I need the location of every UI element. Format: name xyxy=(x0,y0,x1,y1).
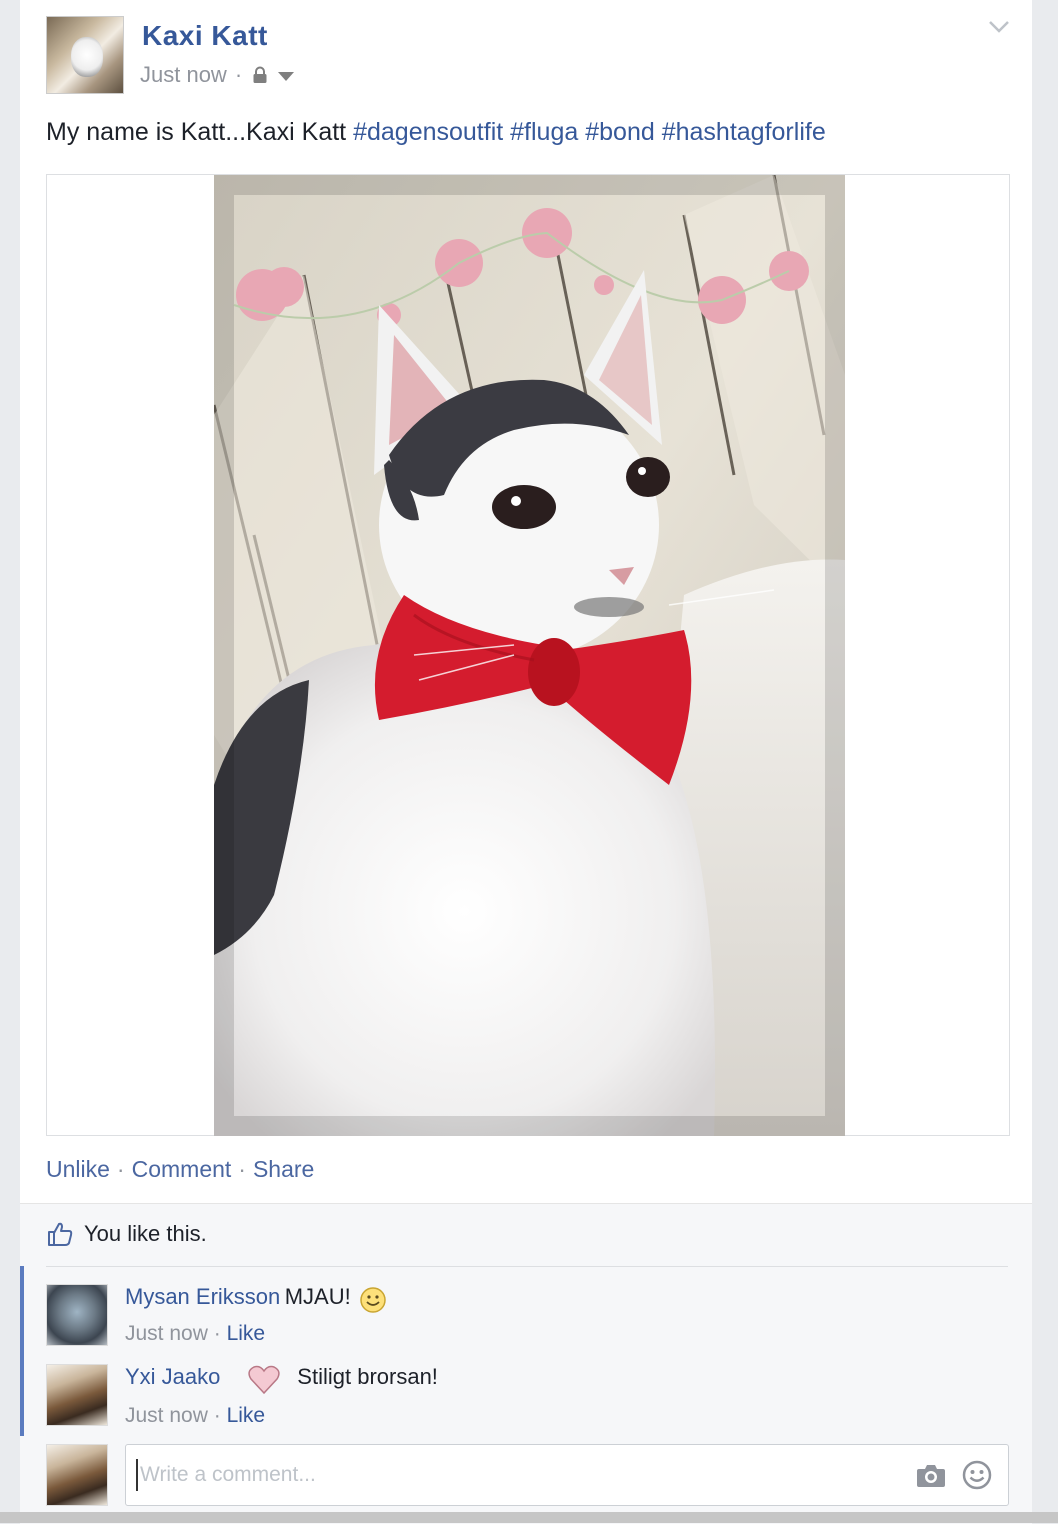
meta-separator: · xyxy=(234,62,243,87)
likes-text: You like this. xyxy=(84,1221,207,1246)
action-separator: · xyxy=(238,1156,246,1182)
unlike-link[interactable]: Unlike xyxy=(46,1156,110,1182)
post-meta: Just now · xyxy=(140,62,295,88)
audience-caret-icon[interactable] xyxy=(278,72,295,81)
camera-icon[interactable] xyxy=(916,1462,946,1488)
comment-time[interactable]: Just now xyxy=(125,1404,208,1427)
comment-time[interactable]: Just now xyxy=(125,1322,208,1345)
comment-text: Stiligt brorsan! xyxy=(297,1364,438,1390)
comment-input[interactable] xyxy=(136,1459,902,1491)
divider xyxy=(46,1266,1008,1267)
hashtag-link[interactable]: #dagensoutfit xyxy=(353,118,503,146)
feedback-section: You like this. Mysan Eriksson MJAU! Just… xyxy=(20,1203,1032,1524)
hashtag-link[interactable]: #bond xyxy=(585,118,655,146)
commenter-avatar[interactable] xyxy=(46,1364,108,1426)
author-name[interactable]: Kaxi Katt xyxy=(142,20,268,52)
emoji-icon[interactable] xyxy=(962,1460,992,1490)
meta-separator: · xyxy=(213,1321,221,1345)
post-timestamp[interactable]: Just now xyxy=(140,62,227,88)
comment-box[interactable] xyxy=(125,1444,1009,1506)
comment-like-link[interactable]: Like xyxy=(227,1404,266,1427)
comment-like-link[interactable]: Like xyxy=(227,1322,266,1345)
comment-meta: Just now · Like xyxy=(125,1404,438,1428)
post-card: Kaxi Katt Just now · My name is Katt...K… xyxy=(20,0,1032,1524)
commenter-avatar[interactable] xyxy=(46,1284,108,1346)
post-text: My name is Katt...Kaxi Katt #dagensoutfi… xyxy=(46,118,826,147)
action-separator: · xyxy=(116,1156,125,1182)
meta-separator: · xyxy=(213,1404,221,1427)
comment-text: MJAU! xyxy=(284,1284,351,1309)
hashtag-link[interactable]: #fluga xyxy=(510,118,578,146)
commenter-name[interactable]: Mysan Eriksson xyxy=(125,1284,280,1309)
commenter-name[interactable]: Yxi Jaako xyxy=(125,1364,220,1389)
comment-meta: Just now · Like xyxy=(125,1322,387,1346)
thumbs-up-icon xyxy=(48,1222,73,1246)
author-avatar[interactable] xyxy=(46,16,124,94)
post-actions: Unlike · Comment · Share xyxy=(46,1156,314,1183)
lock-icon[interactable] xyxy=(252,66,268,84)
post-photo[interactable] xyxy=(214,175,845,1136)
page-bottom-border xyxy=(0,1512,1058,1523)
likes-summary: You like this. xyxy=(46,1220,207,1248)
heart-icon xyxy=(248,1365,280,1395)
hashtag-link[interactable]: #hashtagforlife xyxy=(662,118,826,146)
current-user-avatar xyxy=(46,1444,108,1506)
comments-thread-bar xyxy=(20,1266,24,1436)
chevron-down-icon[interactable] xyxy=(988,20,1010,34)
smiley-icon xyxy=(360,1287,386,1313)
share-link[interactable]: Share xyxy=(253,1156,314,1182)
post-text-body: My name is Katt...Kaxi Katt xyxy=(46,118,347,146)
comment-link[interactable]: Comment xyxy=(132,1156,232,1182)
post-photo-frame xyxy=(46,174,1010,1136)
